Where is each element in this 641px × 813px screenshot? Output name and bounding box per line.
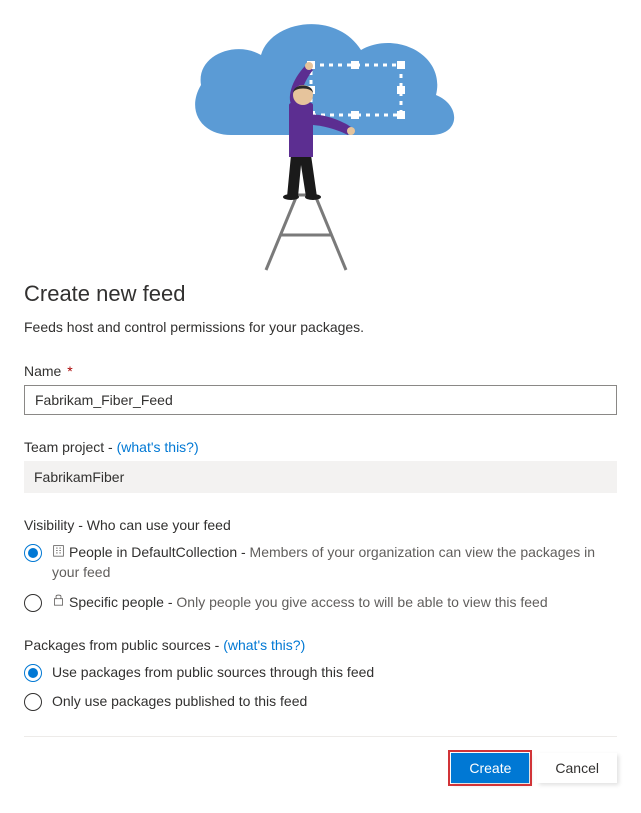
radio-label: Only use packages published to this feed — [52, 692, 617, 712]
radio-input[interactable] — [24, 594, 42, 612]
public-sources-label: Packages from public sources - (what's t… — [24, 637, 617, 653]
required-marker: * — [67, 363, 72, 379]
team-project-help-link[interactable]: (what's this?) — [117, 439, 199, 455]
name-label: Name * — [24, 363, 617, 379]
public-sources-option-only[interactable]: Only use packages published to this feed — [24, 692, 617, 712]
visibility-option-org[interactable]: People in DefaultCollection - Members of… — [24, 543, 617, 583]
radio-input[interactable] — [24, 664, 42, 682]
name-input[interactable] — [24, 385, 617, 415]
page-subtitle: Feeds host and control permissions for y… — [24, 319, 617, 335]
radio-input[interactable] — [24, 693, 42, 711]
public-sources-option-use[interactable]: Use packages from public sources through… — [24, 663, 617, 683]
visibility-option-label: People in DefaultCollection - Members of… — [52, 543, 617, 583]
public-sources-help-link[interactable]: (what's this?) — [223, 637, 305, 653]
create-button[interactable]: Create — [451, 753, 529, 783]
field-visibility: Visibility - Who can use your feed Peopl… — [24, 517, 617, 613]
team-project-label: Team project - (what's this?) — [24, 439, 617, 455]
lock-icon — [52, 592, 65, 612]
divider — [24, 736, 617, 737]
field-team-project: Team project - (what's this?) FabrikamFi… — [24, 439, 617, 493]
team-project-value: FabrikamFiber — [24, 461, 617, 493]
hero-illustration — [24, 0, 617, 275]
radio-label: Use packages from public sources through… — [52, 663, 617, 683]
visibility-option-specific[interactable]: Specific people - Only people you give a… — [24, 593, 617, 613]
radio-input[interactable] — [24, 544, 42, 562]
dialog-actions: Create Cancel — [24, 753, 617, 783]
field-name: Name * — [24, 363, 617, 415]
page-title: Create new feed — [24, 281, 617, 307]
cancel-button[interactable]: Cancel — [537, 753, 617, 783]
visibility-label: Visibility - Who can use your feed — [24, 517, 617, 533]
org-icon — [52, 543, 65, 563]
field-public-sources: Packages from public sources - (what's t… — [24, 637, 617, 712]
visibility-option-label: Specific people - Only people you give a… — [52, 593, 617, 613]
